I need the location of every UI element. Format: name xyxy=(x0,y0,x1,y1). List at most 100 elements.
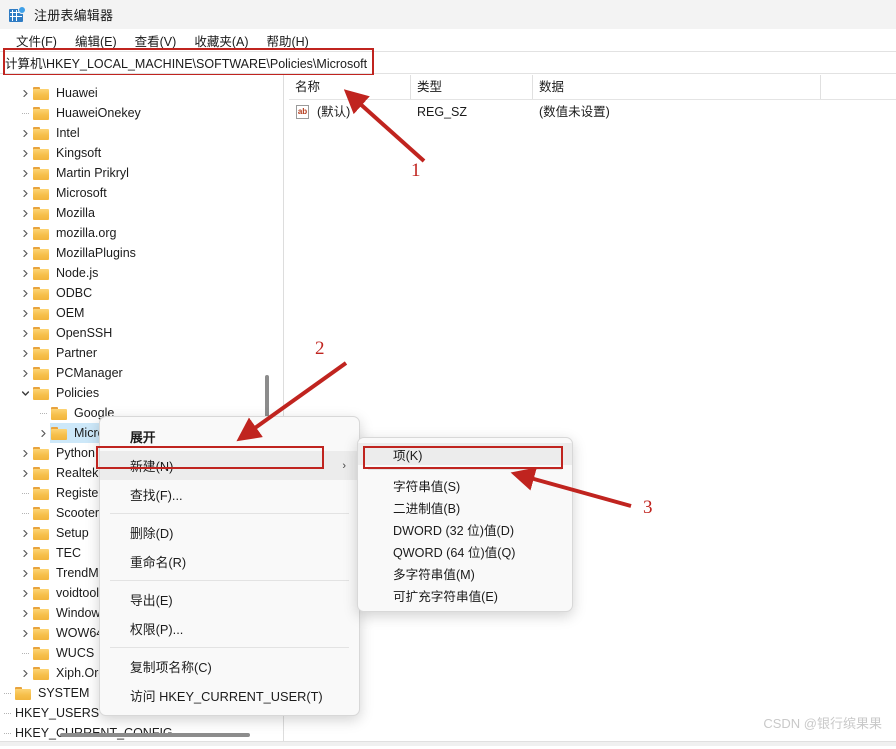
chevron-right-icon[interactable] xyxy=(18,83,33,103)
submenu-dword-value[interactable]: DWORD (32 位)值(D) xyxy=(358,518,572,540)
tree-item-partner[interactable]: Partner xyxy=(0,343,268,363)
tree-item-kingsoft[interactable]: Kingsoft xyxy=(0,143,268,163)
chevron-right-icon[interactable] xyxy=(18,203,33,223)
chevron-right-icon[interactable] xyxy=(18,443,33,463)
chevron-right-icon[interactable] xyxy=(18,563,33,583)
chevron-right-icon[interactable] xyxy=(18,323,33,343)
tree-item-huawei[interactable]: Huawei xyxy=(0,83,268,103)
ctx-permissions[interactable]: 权限(P)... xyxy=(100,614,359,643)
tree-item-intel[interactable]: Intel xyxy=(0,123,268,143)
column-header-type[interactable]: 类型 xyxy=(411,75,533,99)
menu-item-label: 权限(P)... xyxy=(130,622,184,637)
tree-item-pcmanager[interactable]: PCManager xyxy=(0,363,268,383)
chevron-right-icon[interactable] xyxy=(18,123,33,143)
tree-item-huaweionekey[interactable]: HuaweiOnekey xyxy=(0,103,268,123)
menu-help[interactable]: 帮助(H) xyxy=(257,29,317,52)
tree-item-policies[interactable]: Policies xyxy=(0,383,268,403)
chevron-right-icon[interactable] xyxy=(18,143,33,163)
ctx-rename[interactable]: 重命名(R) xyxy=(100,547,359,576)
chevron-down-icon[interactable] xyxy=(18,383,33,403)
chevron-right-icon[interactable] xyxy=(18,283,33,303)
chevron-right-icon: › xyxy=(342,459,346,472)
value-type: REG_SZ xyxy=(417,105,468,119)
tree-item-label: OpenSSH xyxy=(56,326,113,340)
menu-view[interactable]: 查看(V) xyxy=(126,29,186,52)
ctx-find[interactable]: 查找(F)... xyxy=(100,480,359,509)
folder-icon xyxy=(33,526,50,540)
tree-item-label: Xiph.Org xyxy=(56,666,106,680)
submenu-key[interactable]: 项(K) xyxy=(358,443,572,465)
chevron-right-icon[interactable] xyxy=(18,603,33,623)
values-list-header: 名称 类型 数据 xyxy=(289,75,896,100)
tree-item-label: Realtek xyxy=(56,466,99,480)
submenu-binary-value[interactable]: 二进制值(B) xyxy=(358,496,572,518)
tree-connector xyxy=(0,703,15,723)
submenu-qword-value[interactable]: QWORD (64 位)值(Q) xyxy=(358,540,572,562)
table-row[interactable]: ab (默认) REG_SZ (数值未设置) xyxy=(289,101,896,123)
tree-item-label: Kingsoft xyxy=(56,146,102,160)
address-bar[interactable]: 计算机\HKEY_LOCAL_MACHINE\SOFTWARE\Policies… xyxy=(0,51,896,74)
tree-item-label: mozilla.org xyxy=(56,226,117,240)
chevron-right-icon[interactable] xyxy=(18,543,33,563)
ctx-new[interactable]: 新建(N) › xyxy=(100,451,359,480)
menu-file[interactable]: 文件(F) xyxy=(7,29,66,52)
folder-icon xyxy=(33,166,50,180)
column-header-data[interactable]: 数据 xyxy=(533,75,821,99)
chevron-right-icon[interactable] xyxy=(18,343,33,363)
folder-icon xyxy=(33,106,50,120)
chevron-right-icon[interactable] xyxy=(18,303,33,323)
ctx-copy-key-name[interactable]: 复制项名称(C) xyxy=(100,652,359,681)
tree-item-mozilla-org[interactable]: mozilla.org xyxy=(0,223,268,243)
folder-icon xyxy=(33,86,50,100)
chevron-right-icon[interactable] xyxy=(18,163,33,183)
chevron-right-icon[interactable] xyxy=(18,223,33,243)
tree-connector xyxy=(18,503,33,523)
new-submenu[interactable]: 项(K) 字符串值(S) 二进制值(B) DWORD (32 位)值(D) QWORD … xyxy=(357,437,573,612)
chevron-right-icon[interactable] xyxy=(18,623,33,643)
ctx-delete[interactable]: 删除(D) xyxy=(100,518,359,547)
menu-favorites[interactable]: 收藏夹(A) xyxy=(185,29,257,52)
ctx-expand[interactable]: 展开 xyxy=(100,422,359,451)
tree-item-mozillaplugins[interactable]: MozillaPlugins xyxy=(0,243,268,263)
menu-item-label: 可扩充字符串值(E) xyxy=(393,589,498,604)
tree-context-menu[interactable]: 展开新建(N) › 查找(F)... 删除(D) 重命名(R) 导出(E) 权限(P)...… xyxy=(99,416,360,716)
submenu-expandable-string-value[interactable]: 可扩充字符串值(E) xyxy=(358,584,572,606)
chevron-right-icon[interactable] xyxy=(36,423,51,443)
tree-horizontal-scrollbar-thumb[interactable] xyxy=(60,733,250,737)
tree-item-oem[interactable]: OEM xyxy=(0,303,268,323)
chevron-right-icon[interactable] xyxy=(18,363,33,383)
folder-icon xyxy=(33,386,50,400)
menu-item-label: 新建(N) xyxy=(130,459,174,474)
tree-item-label: MozillaPlugins xyxy=(56,246,136,260)
submenu-multistring-value[interactable]: 多字符串值(M) xyxy=(358,562,572,584)
tree-item-openssh[interactable]: OpenSSH xyxy=(0,323,268,343)
column-header-name[interactable]: 名称 xyxy=(289,75,411,99)
tree-item-odbc[interactable]: ODBC xyxy=(0,283,268,303)
tree-item-label: Mozilla xyxy=(56,206,95,220)
tree-horizontal-scrollbar[interactable] xyxy=(0,727,268,742)
tree-item-martin-prikryl[interactable]: Martin Prikryl xyxy=(0,163,268,183)
folder-icon xyxy=(33,566,50,580)
tree-item-mozilla[interactable]: Mozilla xyxy=(0,203,268,223)
registry-values-pane[interactable]: 名称 类型 数据 ab (默认) REG_SZ (数值未设置) xyxy=(289,75,896,746)
chevron-right-icon[interactable] xyxy=(18,243,33,263)
chevron-right-icon[interactable] xyxy=(18,263,33,283)
title-bar: 注册表编辑器 xyxy=(0,0,896,30)
tree-item-microsoft[interactable]: Microsoft xyxy=(0,183,268,203)
ctx-export[interactable]: 导出(E) xyxy=(100,585,359,614)
tree-item-node-js[interactable]: Node.js xyxy=(0,263,268,283)
chevron-right-icon[interactable] xyxy=(18,523,33,543)
chevron-right-icon[interactable] xyxy=(18,583,33,603)
menu-edit[interactable]: 编辑(E) xyxy=(66,29,126,52)
folder-icon xyxy=(33,586,50,600)
chevron-right-icon[interactable] xyxy=(18,663,33,683)
folder-icon xyxy=(33,326,50,340)
chevron-right-icon[interactable] xyxy=(18,463,33,483)
chevron-right-icon[interactable] xyxy=(18,183,33,203)
folder-icon xyxy=(33,446,50,460)
submenu-string-value[interactable]: 字符串值(S) xyxy=(358,474,572,496)
folder-icon xyxy=(15,686,32,700)
ctx-goto-hkcu[interactable]: 访问 HKEY_CURRENT_USER(T) xyxy=(100,681,359,710)
tree-item-label: HuaweiOnekey xyxy=(56,106,141,120)
menu-separator xyxy=(110,513,349,514)
